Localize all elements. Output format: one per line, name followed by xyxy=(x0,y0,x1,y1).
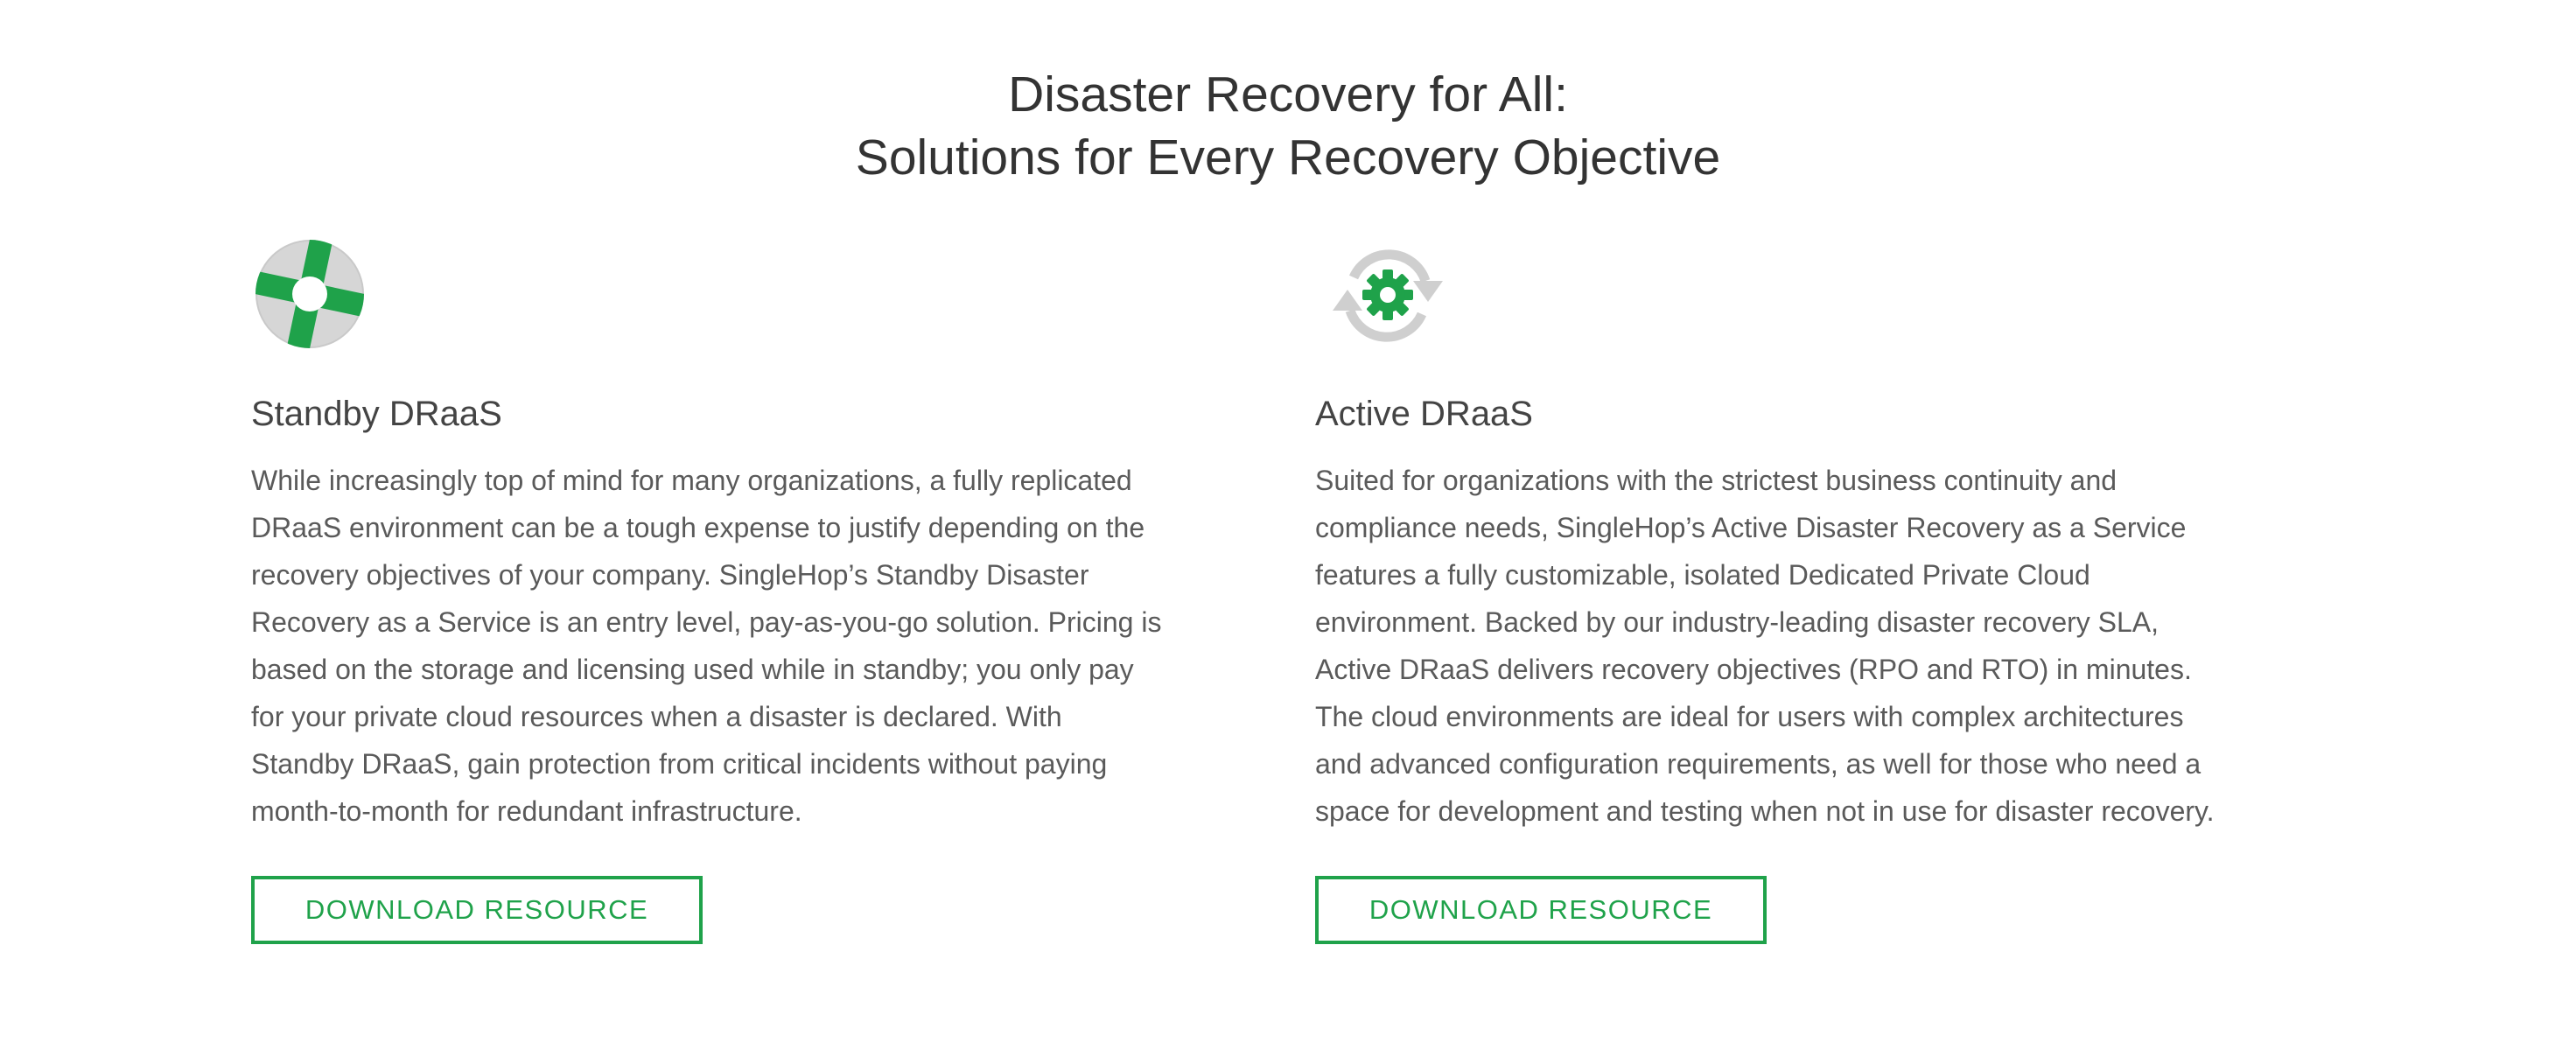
download-resource-button[interactable]: DOWNLOAD RESOURCE xyxy=(251,876,703,944)
heading-line-2: Solutions for Every Recovery Objective xyxy=(855,130,1721,186)
description-line: Suited for organizations with the strict… xyxy=(1315,465,2118,496)
heading-line-1: Disaster Recovery for All: xyxy=(1008,66,1568,122)
gear-sync-icon xyxy=(1315,236,1455,350)
card-title: Standby DRaaS xyxy=(251,395,502,433)
description-line: compliance needs, SingleHop’s Active Dis… xyxy=(1315,512,2187,543)
description-line: for your private cloud resources when a … xyxy=(251,701,1062,732)
card-title: Active DRaaS xyxy=(1315,395,1533,433)
lifebuoy-icon xyxy=(251,236,391,350)
description-line: recovery objectives of your company. Sin… xyxy=(251,559,1089,591)
description-line: While increasingly top of mind for many … xyxy=(251,465,1132,496)
description-line: DRaaS environment can be a tough expense… xyxy=(251,512,1145,543)
card-description: While increasingly top of mind for many … xyxy=(251,457,1161,835)
description-line: based on the storage and licensing used … xyxy=(251,654,1134,685)
description-line: Standby DRaaS, gain protection from crit… xyxy=(251,748,1108,780)
description-line: and advanced configuration requirements,… xyxy=(1315,748,2202,780)
description-line: The cloud environments are ideal for use… xyxy=(1315,701,2184,732)
description-line: features a fully customizable, isolated … xyxy=(1315,559,2090,591)
description-line: Active DRaaS delivers recovery objective… xyxy=(1315,654,2192,685)
card-description: Suited for organizations with the strict… xyxy=(1315,457,2215,835)
description-line: month-to-month for redundant infrastruct… xyxy=(251,795,802,827)
description-line: space for development and testing when n… xyxy=(1315,795,2215,827)
description-line: Recovery as a Service is an entry level,… xyxy=(251,606,1162,638)
download-resource-button[interactable]: DOWNLOAD RESOURCE xyxy=(1315,876,1767,944)
section-heading: Disaster Recovery for All: Solutions for… xyxy=(0,63,2576,189)
description-line: environment. Backed by our industry-lead… xyxy=(1315,606,2160,638)
